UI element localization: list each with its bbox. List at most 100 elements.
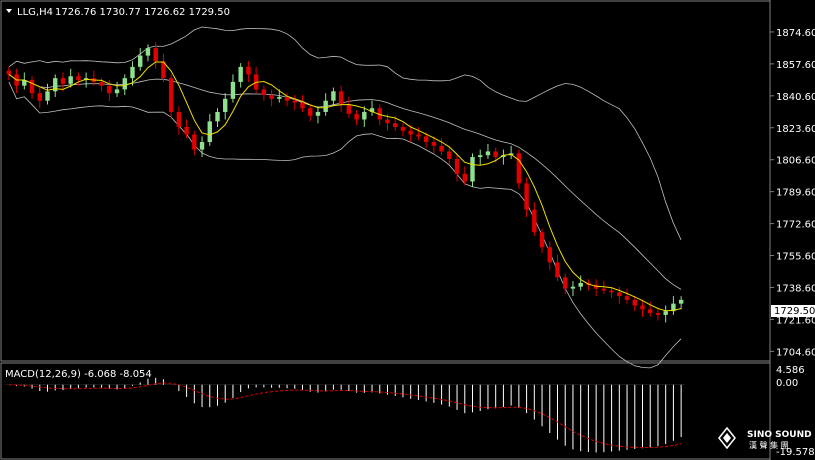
candle-body	[107, 85, 112, 94]
candle-body	[354, 113, 359, 120]
candle-body	[462, 173, 467, 182]
candle-body	[648, 309, 653, 314]
candle-body	[362, 111, 367, 120]
candle-body	[408, 130, 413, 135]
macd-scale-zero: 0.00	[776, 378, 798, 389]
candle-body	[138, 55, 143, 67]
candle-body	[640, 305, 645, 310]
candle-body	[563, 277, 568, 289]
price-tick-label: 1857.60	[776, 60, 815, 71]
candle-body	[663, 311, 668, 315]
candle-body	[416, 134, 421, 137]
candle-body	[570, 286, 576, 289]
candle-body	[76, 76, 81, 81]
candle-body	[300, 102, 305, 109]
candle-body	[199, 142, 205, 150]
candle-body	[617, 292, 622, 297]
candle-body	[423, 136, 429, 143]
candle-body	[238, 66, 243, 82]
price-tick-label: 1755.60	[776, 252, 815, 263]
candle-body	[400, 127, 406, 131]
candle-body	[609, 290, 614, 293]
price-tick-label: 1738.60	[776, 283, 815, 294]
candle-body	[632, 299, 637, 306]
price-tick-label: 1874.60	[776, 28, 815, 39]
candle-body	[493, 151, 498, 158]
candle-body	[447, 151, 452, 159]
candle-body	[655, 313, 661, 315]
candle-body	[431, 142, 437, 146]
candle-body	[261, 89, 267, 96]
price-tick-label: 1789.60	[776, 188, 815, 199]
logo-inner-icon	[723, 433, 731, 443]
macd-plot	[5, 377, 685, 453]
candle-body	[578, 282, 583, 287]
candle-body	[114, 89, 120, 94]
candle-body	[99, 81, 104, 86]
candle-body	[246, 66, 251, 75]
candle-body	[439, 145, 444, 152]
bollinger-upper-line	[8, 26, 682, 241]
candle-body	[524, 183, 529, 210]
candle-body	[516, 153, 522, 184]
candle-body	[678, 299, 684, 304]
price-tick-label: 1772.60	[776, 220, 815, 231]
price-tick-label: 1823.60	[776, 124, 815, 135]
ohlc-values-label: 1726.76 1730.77 1726.62 1729.50	[55, 7, 230, 18]
candle-body	[223, 98, 228, 112]
candle-body	[45, 91, 50, 101]
candle-body	[385, 119, 390, 124]
candle-body	[601, 288, 607, 291]
candle-body	[192, 134, 197, 150]
candle-body	[308, 108, 313, 116]
candle-body	[539, 232, 545, 248]
candle-body	[315, 111, 321, 116]
price-tick-label: 1704.60	[776, 347, 815, 358]
logo-sub-text: 漢 聲 集 團	[749, 440, 789, 450]
candle-body	[130, 66, 135, 79]
price-tick-label: 1840.60	[776, 92, 815, 103]
candle-body	[29, 80, 35, 94]
candle-body	[37, 93, 42, 101]
candle-body	[277, 96, 282, 99]
candle-body	[624, 296, 630, 300]
candle-body	[176, 111, 182, 128]
current-price-label: 1729.50	[774, 306, 815, 317]
candle-body	[532, 209, 537, 233]
candle-body	[470, 157, 475, 182]
candle-body	[68, 76, 73, 84]
candle-body	[393, 123, 398, 128]
candle-body	[207, 121, 212, 143]
candle-body	[547, 247, 552, 263]
macd-scale-top: 4.586	[776, 365, 805, 376]
candle-body	[184, 127, 189, 135]
trading-chart-window[interactable]: 1874.60 1857.60 1840.60 1823.60 1806.60 1789.…	[0, 0, 815, 460]
candle-body	[60, 78, 66, 84]
candle-body	[454, 158, 460, 174]
macd-indicator-label: MACD(12,26,9) -6.068 -8.054	[5, 369, 152, 380]
candle-body	[284, 96, 290, 101]
bollinger-lower-line	[8, 81, 682, 369]
candle-body	[168, 78, 174, 112]
candle-body	[292, 100, 297, 103]
candle-body	[153, 48, 158, 62]
logo-brand-text: SINO SOUND	[747, 430, 812, 440]
price-plot	[6, 26, 684, 369]
price-tick-label: 1721.60	[776, 315, 815, 326]
candle-body	[215, 111, 220, 122]
candle-body	[269, 95, 274, 99]
candle-body	[338, 91, 344, 105]
candle-body	[346, 104, 352, 114]
candle-body	[478, 155, 483, 158]
candle-body	[555, 262, 560, 278]
candle-body	[230, 81, 236, 99]
candle-body	[331, 91, 336, 101]
candle-body	[145, 48, 151, 56]
dropdown-triangle-icon[interactable]	[6, 9, 12, 13]
candle-body	[485, 151, 491, 156]
chart-canvas[interactable]: 1874.60 1857.60 1840.60 1823.60 1806.60 1789.…	[0, 0, 815, 460]
candle-body	[122, 78, 127, 90]
candle-body	[6, 70, 12, 75]
symbol-timeframe-label: LLG,H4	[17, 7, 53, 18]
price-tick-label: 1806.60	[776, 156, 815, 167]
